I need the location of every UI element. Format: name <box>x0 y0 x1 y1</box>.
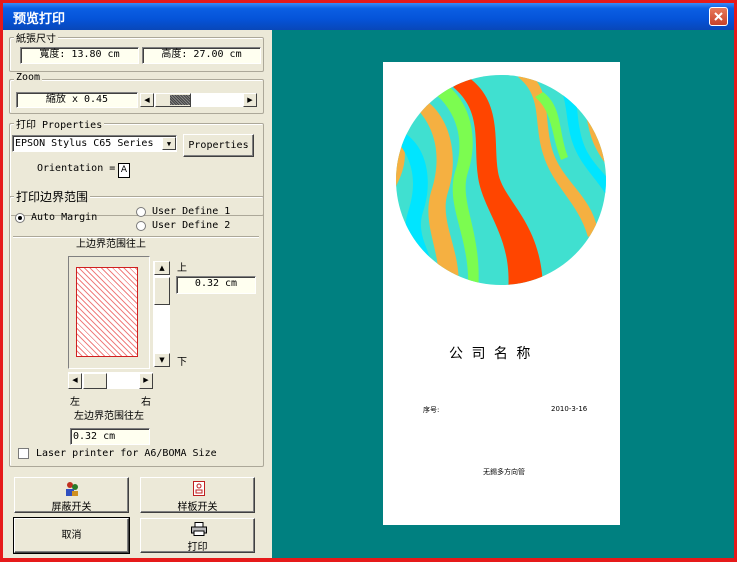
title-bar[interactable]: 预览打印 <box>3 3 734 30</box>
footer-text: 无錫多方向管 <box>483 468 525 476</box>
preview-print-window: 预览打印 紙張尺寸 寬度: 13.80 cm 高度: 27.00 cm Zoom… <box>0 0 737 562</box>
top-margin-down-arrow[interactable]: ▼ <box>154 353 170 367</box>
paper-height-text: 高度: 27.00 cm <box>161 49 242 60</box>
date-text: 2010-3-16 <box>551 405 588 413</box>
zoom-left-arrow[interactable]: ◀ <box>140 93 154 107</box>
settings-panel: 紙張尺寸 寬度: 13.80 cm 高度: 27.00 cm Zoom 縮放 x… <box>3 30 272 558</box>
right-label: 右 <box>141 397 151 408</box>
chevron-down-icon: ▼ <box>166 140 172 148</box>
top-margin-up-arrow[interactable]: ▲ <box>154 261 170 275</box>
left-margin-value: 0.32 cm <box>73 431 116 442</box>
mask-toggle-button[interactable]: 屏蔽开关 <box>14 477 129 513</box>
user-define-1-label: User Define 1 <box>152 206 231 217</box>
template-toggle-label: 样板开关 <box>177 502 218 513</box>
cancel-label: 取消 <box>61 530 82 541</box>
printer-select[interactable]: EPSON Stylus C65 Series ▼ <box>12 135 177 152</box>
printer-icon <box>191 522 207 536</box>
preview-page: 公 司 名 称 序号: 2010-3-16 无錫多方向管 <box>383 62 620 525</box>
zoom-legend: Zoom <box>14 72 43 83</box>
paper-width-field[interactable]: 寬度: 13.80 cm <box>20 47 139 64</box>
orientation-glyph: A <box>120 165 128 175</box>
print-label: 打印 <box>187 542 208 553</box>
properties-button[interactable]: Properties <box>183 134 254 157</box>
top-margin-scrollbar[interactable]: ▲ ▼ <box>153 261 170 367</box>
user-define-2-radio[interactable] <box>136 221 146 231</box>
window-title: 预览打印 <box>13 12 66 27</box>
print-properties-legend: 打印 Properties <box>14 116 105 131</box>
zoom-field[interactable]: 縮放 x 0.45 <box>16 92 138 108</box>
user-define-1-radio[interactable] <box>136 207 146 217</box>
auto-margin-radio[interactable] <box>15 213 25 223</box>
zoom-hatch <box>170 95 190 105</box>
printer-select-value: EPSON Stylus C65 Series <box>15 138 154 149</box>
zoom-text: 縮放 x 0.45 <box>45 94 109 105</box>
paper-size-legend: 紙張尺寸 <box>14 30 58 45</box>
left-margin-thumb[interactable] <box>83 373 107 389</box>
left-margin-left-arrow[interactable]: ◀ <box>68 373 82 389</box>
left-margin-caption: 左边界范围往左 <box>74 411 144 422</box>
top-margin-value: 0.32 cm <box>194 278 238 289</box>
user-define-2-label: User Define 2 <box>152 220 231 231</box>
print-button[interactable]: 打印 <box>140 518 255 553</box>
down-label: 下 <box>177 357 187 368</box>
auto-margin-label: Auto Margin <box>31 212 98 223</box>
wave-logo-image <box>396 75 606 285</box>
printer-dropdown-button[interactable]: ▼ <box>162 137 176 150</box>
cancel-button[interactable]: 取消 <box>13 517 130 554</box>
print-preview-area[interactable]: 公 司 名 称 序号: 2010-3-16 无錫多方向管 <box>272 30 734 558</box>
margin-preview-box <box>68 256 150 369</box>
company-name-text: 公 司 名 称 <box>449 346 533 362</box>
left-label: 左 <box>70 397 80 408</box>
laser-printer-checkbox[interactable] <box>18 448 29 459</box>
template-toggle-button[interactable]: 样板开关 <box>140 477 255 513</box>
zoom-right-arrow[interactable]: ▶ <box>243 93 257 107</box>
close-button[interactable] <box>709 7 728 26</box>
left-margin-scrollbar[interactable]: ◀ ▶ <box>68 372 153 389</box>
margin-preview-page <box>76 267 138 357</box>
left-margin-right-arrow[interactable]: ▶ <box>139 373 153 389</box>
top-margin-thumb[interactable] <box>154 277 170 305</box>
properties-button-label: Properties <box>188 140 249 151</box>
portrait-icon: A <box>118 163 130 178</box>
laser-printer-label: Laser printer for A6/BOMA Size <box>36 448 217 459</box>
left-margin-field[interactable]: 0.32 cm <box>70 428 150 445</box>
mask-toggle-label: 屏蔽开关 <box>51 502 92 513</box>
paper-height-field[interactable]: 高度: 27.00 cm <box>142 47 261 64</box>
top-margin-field[interactable]: 0.32 cm <box>176 276 256 294</box>
people-icon <box>66 482 78 496</box>
up-label: 上 <box>177 263 187 274</box>
close-icon <box>714 12 723 21</box>
margins-legend: 打印边界范围 <box>14 188 91 205</box>
template-icon <box>193 481 205 496</box>
paper-width-text: 寬度: 13.80 cm <box>39 49 120 60</box>
orientation-label: Orientation = <box>37 163 116 174</box>
serial-label-text: 序号: <box>423 406 440 414</box>
top-margin-caption: 上边界范围往上 <box>76 239 146 250</box>
zoom-scrollbar[interactable]: ◀ ▶ <box>140 93 257 107</box>
